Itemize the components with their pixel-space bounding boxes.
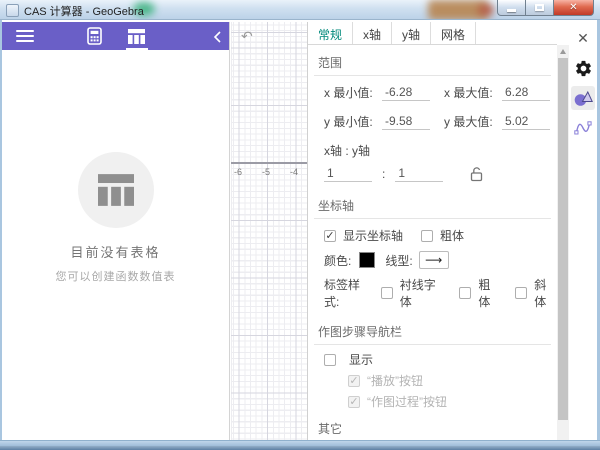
check-icon: ✓ — [349, 376, 358, 386]
window-title: CAS 计算器 - GeoGebra — [24, 3, 144, 19]
close-button[interactable]: ✕ — [553, 0, 594, 16]
window-titlebar: CAS 计算器 - GeoGebra ✕ — [0, 0, 600, 20]
axes-color-label: 颜色: — [324, 252, 351, 269]
label-bold-label: 粗体 — [478, 276, 501, 310]
line-style-button[interactable]: ⟶ — [419, 251, 449, 269]
table-empty-state: 目前没有表格 您可以创建函数数值表 — [2, 152, 229, 284]
unlock-icon — [469, 166, 484, 182]
label-bold-checkbox[interactable] — [459, 287, 471, 299]
view-switcher — [2, 22, 229, 50]
x-max-input[interactable] — [502, 85, 550, 101]
minimize-icon — [507, 9, 516, 12]
curve-icon — [574, 120, 592, 136]
ratio-separator: : — [382, 167, 385, 181]
label-style-label: 标签样式: — [324, 276, 373, 310]
maximize-button[interactable] — [526, 0, 553, 16]
line-style-label: 线型: — [385, 252, 412, 269]
empty-state-circle — [78, 152, 154, 228]
tab-general[interactable]: 常规 — [308, 22, 353, 44]
table-view-button[interactable] — [124, 23, 150, 49]
serif-checkbox[interactable] — [381, 287, 393, 299]
y-max-input[interactable] — [502, 114, 550, 130]
table-icon — [98, 174, 134, 206]
chevron-left-icon — [213, 31, 221, 43]
app-icon — [6, 4, 19, 17]
tab-grid[interactable]: 网格 — [431, 22, 476, 44]
x-axis — [231, 162, 307, 164]
check-icon: ✓ — [325, 231, 334, 241]
x-axis-tick-label: -6 — [234, 167, 242, 177]
show-axes-checkbox[interactable]: ✓ — [324, 230, 336, 242]
navbar-show-label: 显示 — [349, 351, 373, 368]
empty-state-title: 目前没有表格 — [2, 242, 229, 261]
cas-view-button[interactable] — [82, 23, 108, 49]
axes-bold-label: 粗体 — [440, 227, 464, 244]
tab-x-axis[interactable]: x轴 — [353, 22, 392, 44]
maximize-icon — [535, 4, 544, 11]
taskbar-edge — [0, 446, 600, 450]
axes-bold-checkbox[interactable] — [421, 230, 433, 242]
y-min-input[interactable] — [382, 114, 430, 130]
settings-scrollbar[interactable] — [557, 45, 569, 450]
app-body: 目前没有表格 您可以创建函数数值表 ↶ -6 -5 -4 常规 x轴 y轴 网格… — [2, 20, 597, 440]
table-view-panel: 目前没有表格 您可以创建函数数值表 — [2, 22, 230, 440]
check-icon: ✓ — [349, 397, 358, 407]
empty-state-subtitle: 您可以创建函数数值表 — [2, 268, 229, 284]
serif-label: 衬线字体 — [400, 276, 446, 310]
tab-y-axis[interactable]: y轴 — [392, 22, 431, 44]
close-icon: ✕ — [569, 2, 577, 13]
x-min-label: x 最小值: — [324, 84, 382, 101]
desktop-glass-blob — [478, 4, 494, 16]
settings-panel: 常规 x轴 y轴 网格 范围 x 最小值: x 最大值: y 最小值: y 最大… — [307, 22, 557, 440]
undo-icon[interactable]: ↶ — [241, 28, 253, 45]
show-axes-label: 显示坐标轴 — [343, 227, 403, 244]
navbar-show-checkbox[interactable] — [324, 354, 336, 366]
window-controls: ✕ — [497, 0, 594, 16]
section-range-title: 范围 — [314, 49, 551, 76]
y-max-label: y 最大值: — [444, 113, 502, 130]
y-min-label: y 最小值: — [324, 113, 382, 130]
protocol-button-label: “作图过程”按钮 — [367, 393, 447, 410]
right-toolbar: ✕ — [569, 22, 597, 440]
x-max-label: x 最大值: — [444, 84, 502, 101]
view-header — [2, 22, 229, 50]
close-settings-button[interactable]: ✕ — [571, 26, 595, 50]
protocol-button-checkbox: ✓ — [348, 396, 360, 408]
gear-icon — [574, 59, 593, 78]
ratio-y-input[interactable] — [395, 166, 443, 182]
calculator-icon — [87, 27, 102, 45]
graphics-view[interactable]: ↶ -6 -5 -4 — [231, 22, 307, 440]
x-min-input[interactable] — [382, 85, 430, 101]
section-misc-title: 其它 — [314, 415, 551, 440]
label-italic-checkbox[interactable] — [515, 287, 527, 299]
x-axis-tick-label: -5 — [262, 167, 270, 177]
minimize-button[interactable] — [497, 0, 526, 16]
section-navbar-title: 作图步骤导航栏 — [314, 318, 551, 345]
tools-button[interactable] — [571, 86, 595, 110]
line-style-arrow-icon: ⟶ — [425, 253, 442, 267]
x-axis-tick-label: -4 — [290, 167, 298, 177]
axes-color-swatch[interactable] — [359, 252, 375, 268]
table-icon — [128, 29, 145, 44]
scroll-up-icon[interactable] — [560, 49, 566, 54]
settings-button[interactable] — [571, 56, 595, 80]
label-italic-label: 斜体 — [534, 276, 557, 310]
section-axes-title: 坐标轴 — [314, 192, 551, 219]
play-button-checkbox: ✓ — [348, 375, 360, 387]
shapes-icon — [573, 89, 593, 107]
close-icon: ✕ — [577, 30, 589, 47]
functions-button[interactable] — [571, 116, 595, 140]
scrollbar-thumb[interactable] — [558, 58, 568, 420]
axis-ratio-label: x轴 : y轴 — [324, 142, 370, 159]
play-button-label: “播放”按钮 — [367, 372, 423, 389]
ratio-x-input[interactable] — [324, 166, 372, 182]
lock-ratio-button[interactable] — [469, 166, 484, 182]
settings-tabbar: 常规 x轴 y轴 网格 — [308, 22, 557, 45]
collapse-panel-button[interactable] — [213, 30, 221, 48]
